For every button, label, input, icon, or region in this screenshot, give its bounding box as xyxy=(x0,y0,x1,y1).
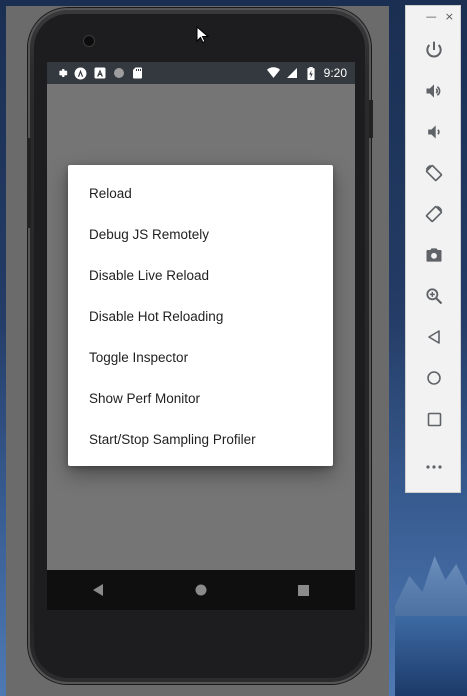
menu-item-toggle-inspector[interactable]: Toggle Inspector xyxy=(68,337,333,378)
mouse-cursor-icon xyxy=(196,26,210,44)
emulator-toolbar: — × xyxy=(405,5,461,493)
dev-menu-dialog: Reload Debug JS Remotely Disable Live Re… xyxy=(68,165,333,466)
close-button[interactable]: × xyxy=(445,10,454,23)
home-icon[interactable] xyxy=(420,364,448,392)
a-icon xyxy=(93,67,106,80)
battery-charging-icon xyxy=(305,66,318,80)
volume-side-button xyxy=(27,138,31,228)
volume-up-icon[interactable] xyxy=(420,77,448,105)
status-bar: 9:20 xyxy=(47,62,355,84)
overview-icon[interactable] xyxy=(420,405,448,433)
status-time: 9:20 xyxy=(323,66,347,80)
minimize-button[interactable]: — xyxy=(426,10,437,23)
desktop-water xyxy=(395,616,467,696)
menu-item-disable-live-reload[interactable]: Disable Live Reload xyxy=(68,255,333,296)
phone-screen: 9:20 Reload Debug JS Remotely Disable Li… xyxy=(47,62,355,570)
rotate-right-icon[interactable] xyxy=(420,200,448,228)
menu-item-debug-js-remotely[interactable]: Debug JS Remotely xyxy=(68,214,333,255)
camera-icon[interactable] xyxy=(420,241,448,269)
front-camera xyxy=(84,36,94,46)
menu-item-sampling-profiler[interactable]: Start/Stop Sampling Profiler xyxy=(68,419,333,460)
rotate-left-icon[interactable] xyxy=(420,159,448,187)
zoom-icon[interactable] xyxy=(420,282,448,310)
android-studio-icon xyxy=(74,67,87,80)
android-nav-bar xyxy=(47,570,355,610)
cell-signal-icon xyxy=(286,67,299,80)
overview-icon[interactable] xyxy=(294,580,314,600)
menu-item-reload[interactable]: Reload xyxy=(68,173,333,214)
power-icon[interactable] xyxy=(420,36,448,64)
home-icon[interactable] xyxy=(191,580,211,600)
wifi-icon xyxy=(266,67,280,80)
settings-icon xyxy=(55,67,68,80)
back-icon[interactable] xyxy=(88,580,108,600)
power-side-button xyxy=(369,100,373,138)
menu-item-disable-hot-reloading[interactable]: Disable Hot Reloading xyxy=(68,296,333,337)
back-icon[interactable] xyxy=(420,323,448,351)
volume-down-icon[interactable] xyxy=(420,118,448,146)
menu-item-show-perf-monitor[interactable]: Show Perf Monitor xyxy=(68,378,333,419)
sd-card-icon xyxy=(131,67,144,80)
more-icon[interactable] xyxy=(420,453,448,481)
circle-icon xyxy=(112,67,125,80)
